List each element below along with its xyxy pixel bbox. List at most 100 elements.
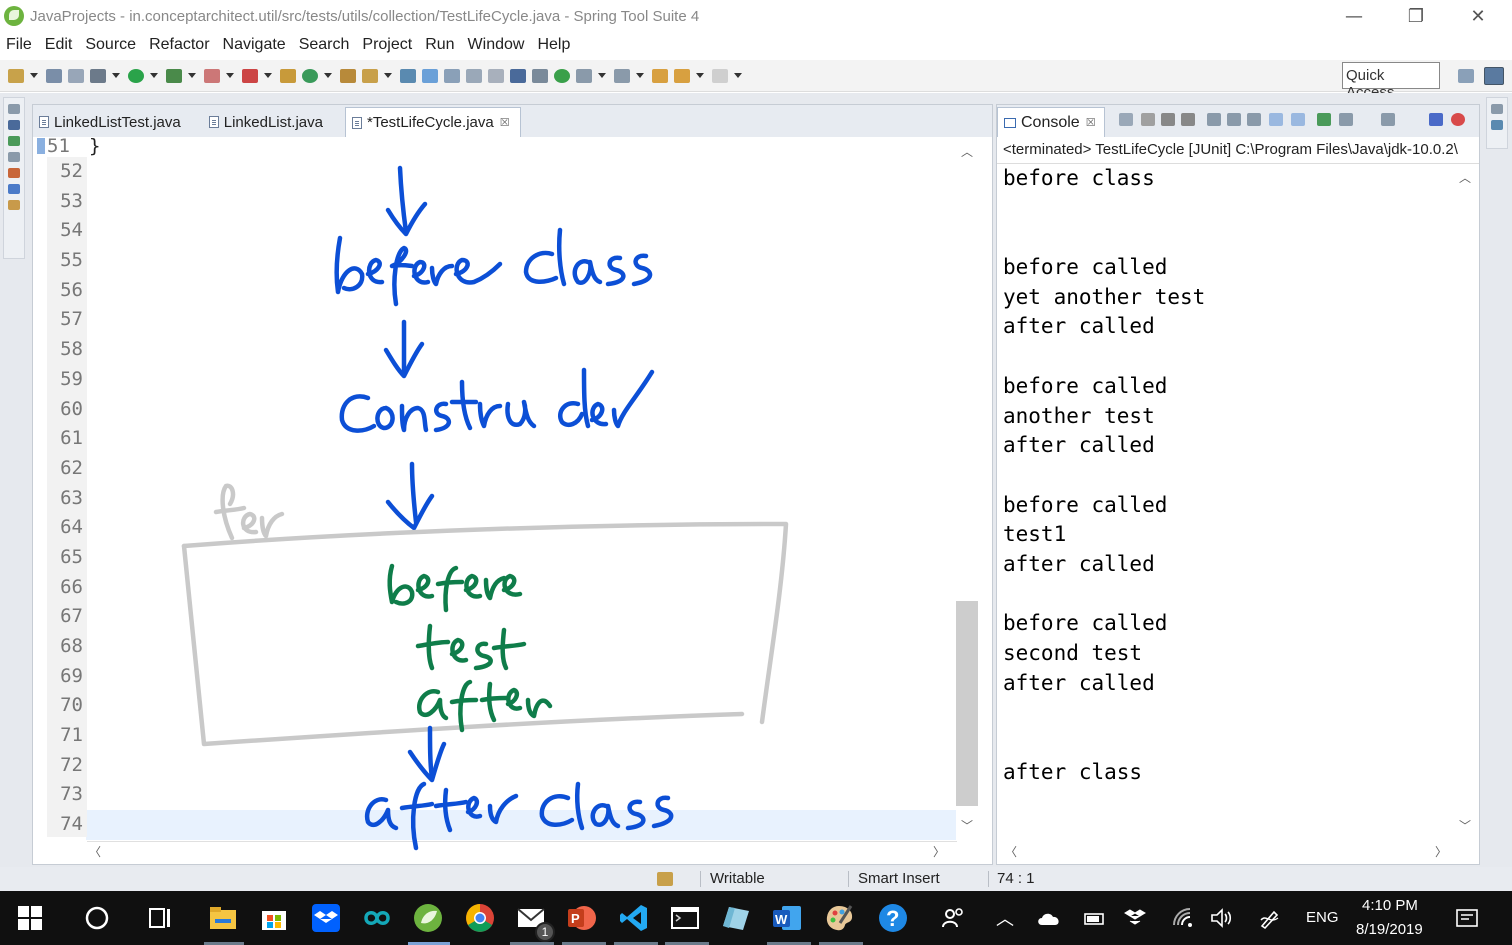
close-icon[interactable]: ☒	[1086, 116, 1096, 129]
display-console-icon[interactable]	[1339, 113, 1353, 126]
action-center-icon[interactable]	[1455, 907, 1479, 931]
terminate-icon[interactable]	[1141, 113, 1155, 126]
chevron-up-icon[interactable]: ︿	[996, 905, 1014, 931]
type-hierarchy-icon[interactable]	[8, 136, 20, 146]
vertical-scrollbar-thumb[interactable]	[956, 601, 978, 806]
open-type-icon[interactable]	[340, 68, 356, 83]
help-icon[interactable]: ?	[878, 903, 908, 933]
pen-workspace-icon[interactable]	[1258, 906, 1282, 930]
debug-icon[interactable]	[90, 68, 106, 83]
problems-icon[interactable]	[8, 168, 20, 178]
show-on-stderr-icon[interactable]	[1291, 113, 1305, 126]
chrome-icon[interactable]	[465, 903, 495, 933]
menu-run[interactable]: Run	[425, 36, 454, 54]
previous-annotation-icon[interactable]	[614, 68, 630, 83]
language-indicator[interactable]: ENG	[1306, 909, 1339, 926]
boot-dashboard-icon[interactable]	[554, 68, 570, 83]
battery-icon[interactable]	[1082, 909, 1106, 927]
clear-console-icon[interactable]	[1207, 113, 1221, 126]
tab-console[interactable]: Console ☒	[997, 107, 1105, 137]
tab-linkedlist[interactable]: LinkedList.java	[203, 107, 333, 137]
java-perspective-icon[interactable]	[1484, 67, 1504, 85]
menu-file[interactable]: File	[6, 36, 32, 54]
new-class-icon[interactable]	[302, 68, 318, 83]
search-icon[interactable]	[84, 905, 110, 931]
menu-source[interactable]: Source	[85, 36, 136, 54]
chevron-down-icon[interactable]	[598, 73, 606, 78]
console-output[interactable]: before class before called yet another tes…	[1003, 164, 1453, 787]
arduino-icon[interactable]	[362, 903, 392, 933]
boot-icon[interactable]	[1451, 113, 1465, 126]
declaration-icon[interactable]	[8, 200, 20, 210]
paint-icon[interactable]	[824, 903, 854, 933]
people-icon[interactable]	[940, 905, 966, 931]
whitespace-icon[interactable]	[488, 68, 504, 83]
horizontal-scrollbar[interactable]	[87, 841, 957, 863]
close-button[interactable]: ✕	[1448, 0, 1508, 32]
scroll-left-arrow-icon[interactable]: 〈	[1005, 843, 1017, 860]
chevron-down-icon[interactable]	[636, 73, 644, 78]
menu-project[interactable]: Project	[362, 36, 412, 54]
stop-icon[interactable]	[204, 68, 220, 83]
save-icon[interactable]	[46, 68, 62, 83]
javadoc-icon[interactable]	[8, 184, 20, 194]
pin-console-icon[interactable]	[1119, 113, 1133, 126]
menu-navigate[interactable]: Navigate	[223, 36, 286, 54]
external-tools-icon[interactable]	[242, 68, 258, 83]
mark-occurrences-icon[interactable]	[422, 68, 438, 83]
menu-window[interactable]: Window	[468, 36, 525, 54]
forward-icon[interactable]	[712, 68, 728, 83]
spring-tool-suite-taskbar-icon[interactable]	[413, 903, 443, 933]
new-package-icon[interactable]	[280, 68, 296, 83]
chevron-down-icon[interactable]	[226, 73, 234, 78]
show-on-stdout-icon[interactable]	[1269, 113, 1283, 126]
last-edit-icon[interactable]	[652, 68, 668, 83]
terminal-icon[interactable]	[510, 68, 526, 83]
skip-breakpoints-icon[interactable]	[532, 68, 548, 83]
remove-launch-icon[interactable]	[1161, 113, 1175, 126]
open-perspective-icon[interactable]	[1458, 69, 1474, 83]
chevron-down-icon[interactable]	[384, 73, 392, 78]
restore-icon[interactable]	[8, 152, 20, 162]
word-wrap-icon[interactable]	[466, 68, 482, 83]
minimize-button[interactable]: —	[1324, 0, 1384, 32]
dropbox-tray-icon[interactable]	[1124, 907, 1146, 927]
outline-icon[interactable]	[1491, 120, 1503, 130]
back-icon[interactable]	[674, 68, 690, 83]
word-wrap-icon[interactable]	[1247, 113, 1261, 126]
search-icon[interactable]	[362, 68, 378, 83]
vscode-icon[interactable]	[619, 903, 649, 933]
new-icon[interactable]	[8, 68, 24, 83]
next-annotation-icon[interactable]	[576, 68, 592, 83]
close-icon[interactable]: ☒	[500, 116, 510, 129]
remove-all-icon[interactable]	[1181, 113, 1195, 126]
package-explorer-icon[interactable]	[8, 120, 20, 130]
chevron-down-icon[interactable]	[30, 73, 38, 78]
command-prompt-icon[interactable]	[670, 903, 700, 933]
chevron-down-icon[interactable]	[264, 73, 272, 78]
scroll-up-arrow-icon[interactable]: ︿	[961, 143, 973, 160]
annotation-icon[interactable]	[400, 68, 416, 83]
file-explorer-icon[interactable]	[208, 903, 238, 933]
menu-help[interactable]: Help	[537, 36, 570, 54]
save-all-icon[interactable]	[68, 68, 84, 83]
scroll-down-arrow-icon[interactable]: ﹀	[1459, 817, 1471, 834]
restore-icon[interactable]	[8, 104, 20, 114]
restore-button[interactable]: ❐	[1386, 0, 1446, 32]
scroll-right-arrow-icon[interactable]: 〉	[1435, 843, 1447, 860]
clock-date[interactable]: 8/19/2019	[1356, 921, 1423, 938]
photos-icon[interactable]	[721, 903, 751, 933]
wifi-icon[interactable]	[1170, 905, 1194, 929]
chevron-down-icon[interactable]	[696, 73, 704, 78]
chevron-down-icon[interactable]	[734, 73, 742, 78]
coverage-icon[interactable]	[166, 68, 182, 83]
chevron-down-icon[interactable]	[112, 73, 120, 78]
tab-testlifecycle[interactable]: *TestLifeCycle.java ☒	[344, 107, 521, 137]
scroll-left-arrow-icon[interactable]: 〈	[89, 843, 101, 860]
volume-icon[interactable]	[1210, 907, 1234, 929]
chevron-down-icon[interactable]	[150, 73, 158, 78]
scroll-lock-icon[interactable]	[1227, 113, 1241, 126]
clock-time[interactable]: 4:10 PM	[1362, 897, 1418, 914]
open-console-icon[interactable]	[1381, 113, 1395, 126]
run-icon[interactable]	[128, 68, 144, 83]
